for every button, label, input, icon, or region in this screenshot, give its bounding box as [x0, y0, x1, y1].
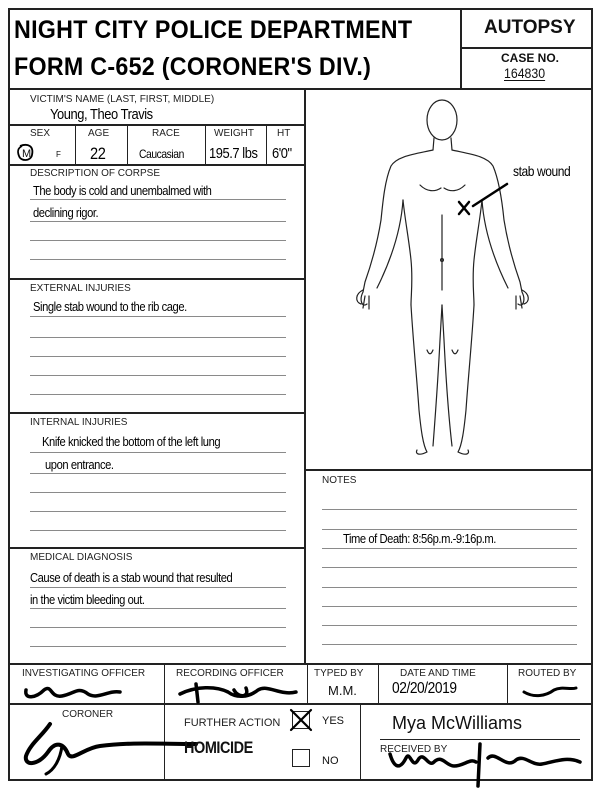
medical-diagnosis-label: MEDICAL DIAGNOSIS — [30, 552, 133, 563]
rule — [322, 567, 577, 568]
typed-name: Mya McWilliams — [392, 713, 522, 733]
yes-check-mark — [289, 708, 313, 732]
rule — [322, 529, 577, 530]
stab-wound-mark — [457, 182, 509, 216]
internal-injuries-line-2: upon entrance. — [45, 457, 114, 472]
race-value: Caucasian — [139, 147, 184, 161]
department-title: NIGHT CITY POLICE DEPARTMENT — [14, 16, 413, 44]
weight-label: WEIGHT — [214, 128, 254, 139]
external-injuries-label: EXTERNAL INJURIES — [30, 283, 131, 294]
weight-value: 195.7 lbs — [209, 145, 258, 162]
internal-injuries-label: INTERNAL INJURIES — [30, 417, 128, 428]
name-divider — [8, 124, 305, 126]
investigating-officer-signature — [24, 686, 122, 699]
rule — [30, 337, 286, 338]
case-no-label: CASE NO. — [501, 51, 560, 65]
vital-divider-1 — [75, 124, 76, 164]
header-right-divider — [460, 47, 593, 49]
routed-by-label: ROUTED BY — [518, 668, 577, 679]
rule — [30, 394, 286, 395]
rule — [30, 646, 286, 647]
routed-by-signature — [522, 686, 578, 698]
received-by-signature — [388, 742, 582, 788]
rule — [30, 199, 286, 200]
victim-name-value: Young, Theo Travis — [50, 106, 153, 123]
section-divider — [8, 547, 305, 549]
rule — [30, 316, 286, 317]
yes-label: YES — [322, 715, 345, 727]
rule — [30, 587, 286, 588]
notes-line-1: Time of Death: 8:56p.m.-9:16p.m. — [343, 531, 496, 546]
ht-label: HT — [277, 128, 291, 139]
footer-col-3 — [378, 663, 379, 703]
footer-col-2 — [307, 663, 308, 703]
race-label: RACE — [152, 128, 180, 139]
date-time-label: DATE AND TIME — [400, 668, 476, 679]
stab-wound-annotation: stab wound — [513, 163, 571, 179]
sex-option-f: F — [56, 150, 61, 159]
sex-selection-mark — [17, 143, 34, 161]
vital-divider-3 — [205, 124, 206, 164]
victim-name-label: VICTIM'S NAME (LAST, FIRST, MIDDLE) — [30, 94, 215, 105]
no-checkbox[interactable] — [292, 749, 310, 767]
further-action-value: HOMICIDE — [184, 738, 253, 757]
case-no-value: 164830 — [504, 65, 546, 81]
description-line-1: The body is cold and unembalmed with — [33, 183, 212, 198]
section-divider — [8, 278, 305, 280]
rule — [322, 548, 577, 549]
typed-by-label: TYPED BY — [314, 668, 364, 679]
rule — [30, 221, 286, 222]
rule — [30, 511, 286, 512]
rule — [30, 259, 286, 260]
notes-top — [304, 469, 593, 471]
recording-officer-signature — [178, 682, 298, 704]
sex-label: SEX — [30, 128, 51, 139]
rule — [322, 606, 577, 607]
rule — [30, 375, 286, 376]
body-diagram — [356, 99, 529, 455]
internal-injuries-line-1: Knife knicked the bottom of the left lun… — [42, 434, 221, 449]
rule — [322, 587, 577, 588]
medical-diagnosis-line-1: Cause of death is a stab wound that resu… — [30, 570, 233, 585]
rule — [30, 530, 286, 531]
age-value: 22 — [90, 144, 106, 163]
form-type: AUTOPSY — [484, 17, 576, 38]
typed-by-value: M.M. — [328, 683, 357, 698]
further-action-label: FURTHER ACTION — [184, 717, 281, 729]
rule — [30, 240, 286, 241]
form-title: FORM C-652 (CORONER'S DIV.) — [14, 53, 372, 81]
rule — [30, 608, 286, 609]
section-divider — [8, 412, 305, 414]
rule — [30, 452, 286, 453]
header-divider — [460, 8, 462, 90]
coroner-signature — [23, 722, 198, 776]
footer-col-6 — [360, 703, 361, 781]
age-label: AGE — [88, 128, 110, 139]
medical-diagnosis-line-2: in the victim bleeding out. — [30, 592, 145, 607]
rule — [30, 627, 286, 628]
footer-col-4 — [507, 663, 508, 703]
date-time-value: 02/20/2019 — [392, 680, 457, 697]
notes-label: NOTES — [322, 475, 357, 486]
vitals-bottom — [8, 164, 305, 166]
no-label: NO — [322, 755, 339, 767]
rule — [322, 625, 577, 626]
rule — [322, 644, 577, 645]
rule — [30, 473, 286, 474]
vital-divider-4 — [266, 124, 267, 164]
description-line-2: declining rigor. — [33, 205, 99, 220]
description-label: DESCRIPTION OF CORPSE — [30, 168, 161, 179]
ht-value: 6'0" — [272, 145, 292, 162]
rule — [322, 509, 577, 510]
external-injuries-line-1: Single stab wound to the rib cage. — [33, 299, 187, 314]
footer-col-1 — [164, 663, 165, 703]
vital-divider-2 — [127, 124, 128, 164]
rule — [30, 356, 286, 357]
rule — [30, 492, 286, 493]
